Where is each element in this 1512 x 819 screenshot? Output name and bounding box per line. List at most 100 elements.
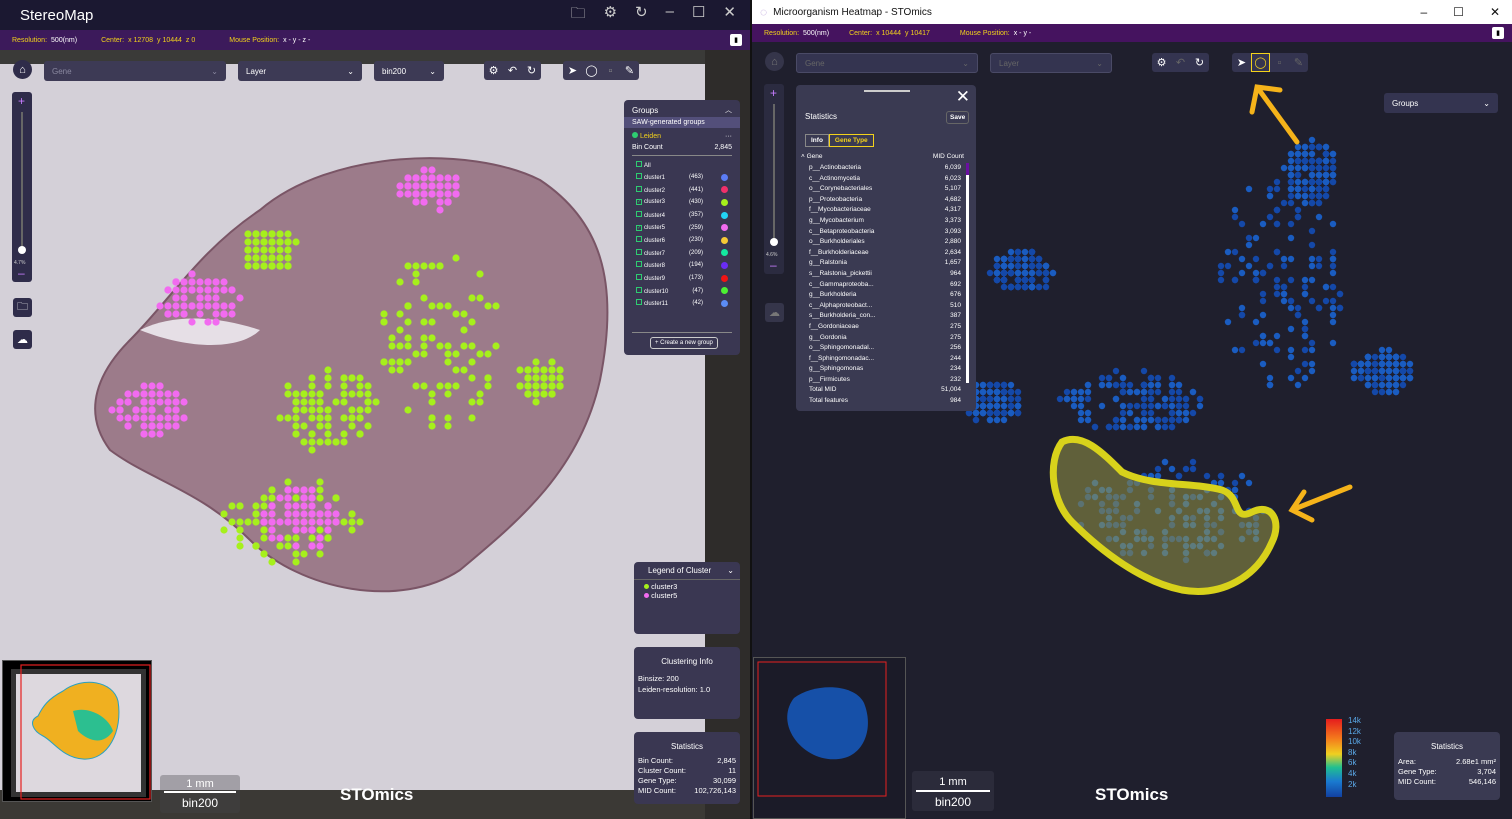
cluster-checkbox[interactable] [636, 261, 642, 268]
scrollbar[interactable] [966, 163, 969, 383]
cluster-color-swatch[interactable] [721, 274, 728, 282]
cluster-color-swatch[interactable] [721, 236, 728, 244]
folder-button[interactable]: 🗀 [13, 298, 32, 317]
lasso-icon[interactable]: ◯ [1251, 53, 1270, 72]
close-button[interactable]: ✕ [1490, 5, 1500, 19]
gene-row[interactable]: s__Ralstonia_pickettii 964 [809, 269, 961, 280]
cluster-item[interactable]: ✓ cluster5 (259) [636, 221, 728, 234]
tab-gene-type[interactable]: Gene Type [828, 134, 874, 147]
gene-row[interactable]: f__Burkholderiaceae 2,634 [809, 248, 961, 259]
gene-select[interactable]: Gene ⌄ [796, 53, 978, 73]
cluster-item[interactable]: cluster11 (42) [636, 297, 728, 310]
col-mid-count[interactable]: MID Count [933, 153, 964, 160]
maximize-button[interactable]: ☐ [692, 3, 705, 28]
chevron-up-icon[interactable]: ︿ [725, 105, 732, 115]
bin-select[interactable]: bin200 ⌄ [374, 61, 444, 81]
cluster-color-swatch[interactable] [721, 211, 728, 219]
close-button[interactable]: ✕ [723, 3, 736, 28]
maximize-button[interactable]: ☐ [1453, 5, 1464, 19]
gene-row[interactable]: g__Burkholderia 676 [809, 290, 961, 301]
panel-toggle-icon[interactable]: ▮ [730, 34, 742, 46]
cluster-item[interactable]: cluster6 (230) [636, 234, 728, 247]
layer-select[interactable]: Layer ⌄ [238, 61, 362, 81]
cluster-color-swatch[interactable] [721, 299, 728, 307]
settings-icon[interactable]: ⚙ [1152, 53, 1171, 72]
zoom-out-icon[interactable]: – [770, 258, 777, 272]
chevron-down-icon[interactable]: ⌄ [727, 566, 734, 575]
zoom-in-icon[interactable]: + [18, 94, 25, 108]
close-icon[interactable]: ✕ [956, 87, 970, 107]
cluster-color-swatch[interactable] [721, 287, 728, 295]
minimap[interactable] [2, 660, 152, 802]
home-button[interactable]: ⌂ [765, 52, 784, 71]
cluster-item[interactable]: cluster7 (209) [636, 247, 728, 260]
zoom-slider[interactable]: + 4.7% – [12, 92, 32, 282]
tab-info[interactable]: Info [805, 134, 829, 147]
cluster-checkbox[interactable] [636, 211, 642, 218]
undo-icon[interactable]: ↶ [1171, 53, 1190, 72]
gene-row[interactable]: o__Corynebacteriales 5,107 [809, 184, 961, 195]
eraser-icon[interactable]: ✎ [1289, 53, 1308, 72]
gene-row[interactable]: p__Firmicutes 232 [809, 375, 961, 386]
gene-row[interactable]: o__Burkholderiales 2,880 [809, 237, 961, 248]
sort-icon[interactable]: ˄ [801, 153, 805, 160]
cluster-checkbox[interactable] [636, 299, 642, 306]
cluster-color-swatch[interactable] [721, 249, 728, 257]
select-all[interactable]: All [624, 156, 740, 171]
minimize-button[interactable]: – [666, 3, 674, 28]
create-group-button[interactable]: + Create a new group [650, 337, 718, 349]
gene-select[interactable]: Gene ⌄ [44, 61, 226, 81]
gene-row[interactable]: s__Burkholderia_con... 387 [809, 311, 961, 322]
gene-row[interactable]: p__Proteobacteria 4,682 [809, 195, 961, 206]
upload-button[interactable]: ☁ [13, 330, 32, 349]
minimap[interactable] [753, 657, 906, 819]
cluster-checkbox[interactable] [636, 236, 642, 243]
zoom-in-icon[interactable]: + [770, 86, 777, 100]
settings-icon[interactable]: ⚙ [484, 61, 503, 80]
cluster-checkbox[interactable] [636, 248, 642, 255]
refresh-icon[interactable]: ↻ [635, 3, 648, 28]
cluster-item[interactable]: ✓ cluster3 (430) [636, 196, 728, 209]
lasso-icon[interactable]: ◯ [582, 61, 601, 80]
more-icon[interactable]: ··· [725, 133, 732, 140]
cluster-item[interactable]: cluster9 (173) [636, 272, 728, 285]
cluster-checkbox[interactable]: ✓ [636, 224, 642, 231]
gene-row[interactable]: f__Mycobacteriaceae 4,317 [809, 205, 961, 216]
reset-icon[interactable]: ↻ [1190, 53, 1209, 72]
cluster-item[interactable]: cluster10 (47) [636, 284, 728, 297]
save-button[interactable]: Save [946, 111, 970, 124]
drag-handle[interactable] [864, 90, 910, 92]
cluster-checkbox[interactable] [636, 173, 642, 180]
cluster-item[interactable]: cluster4 (357) [636, 209, 728, 222]
zoom-slider[interactable]: + 4.6% – [764, 84, 784, 274]
gene-row[interactable]: f__Gordoniaceae 275 [809, 322, 961, 333]
cluster-color-swatch[interactable] [721, 224, 728, 232]
cluster-checkbox[interactable]: ✓ [636, 199, 642, 206]
gene-row[interactable]: c__Betaproteobacteria 3,093 [809, 227, 961, 238]
pointer-icon[interactable]: ➤ [1232, 53, 1251, 72]
cluster-checkbox[interactable] [636, 274, 642, 281]
cluster-item[interactable]: cluster8 (194) [636, 259, 728, 272]
zoom-handle[interactable] [18, 246, 26, 254]
reset-icon[interactable]: ↻ [522, 61, 541, 80]
pointer-icon[interactable]: ➤ [563, 61, 582, 80]
gene-row[interactable]: g__Gordonia 275 [809, 333, 961, 344]
col-gene[interactable]: Gene [807, 153, 823, 160]
upload-button[interactable]: ☁ [765, 303, 784, 322]
home-button[interactable]: ⌂ [13, 60, 32, 79]
saw-groups-tab[interactable]: SAW-generated groups [624, 117, 740, 128]
panel-toggle-icon[interactable]: ▮ [1492, 27, 1504, 39]
cluster-color-swatch[interactable] [721, 198, 728, 206]
cluster-color-swatch[interactable] [721, 186, 728, 194]
gene-row[interactable]: g__Mycobacterium 3,373 [809, 216, 961, 227]
cluster-item[interactable]: cluster1 (463) [636, 171, 728, 184]
rect-select-icon[interactable]: ▫ [1270, 53, 1289, 72]
layer-select[interactable]: Layer ⌄ [990, 53, 1112, 73]
gene-row[interactable]: c__Actinomycetia 6,023 [809, 174, 961, 185]
gene-row[interactable]: g__Sphingomonas 234 [809, 364, 961, 375]
gene-row[interactable]: o__Sphingomonadal... 256 [809, 343, 961, 354]
gene-row[interactable]: c__Alphaproteobact... 510 [809, 301, 961, 312]
groups-select[interactable]: Groups ⌄ [1384, 93, 1498, 113]
gene-row[interactable]: f__Sphingomonadac... 244 [809, 354, 961, 365]
gene-row[interactable]: c__Gammaproteoba... 692 [809, 280, 961, 291]
